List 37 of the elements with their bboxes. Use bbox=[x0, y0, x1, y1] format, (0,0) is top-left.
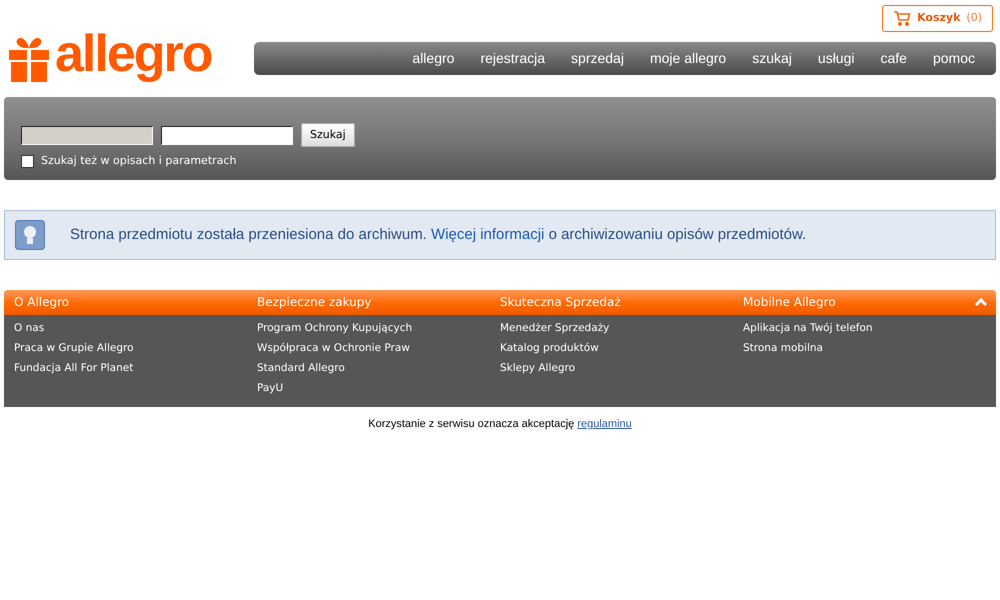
footer-link[interactable]: O nas bbox=[14, 321, 44, 336]
search-input[interactable] bbox=[21, 126, 153, 144]
footer-column-title: O Allegro bbox=[14, 294, 70, 311]
nav-link[interactable]: sprzedaj bbox=[558, 48, 637, 68]
footer-link[interactable]: Standard Allegro bbox=[257, 361, 345, 376]
footer-link[interactable]: Katalog produktów bbox=[500, 341, 599, 356]
notice-message: Strona przedmiotu została przeniesiona do archiwum. Więcej informacji o archiwizowaniu opisów przedmiotów. bbox=[70, 224, 806, 245]
footer-link[interactable]: Współpraca w Ochronie Praw bbox=[257, 341, 410, 356]
search-button[interactable]: Szukaj bbox=[301, 123, 355, 147]
footer-column-title: Bezpieczne zakupy bbox=[257, 294, 372, 311]
category-input[interactable] bbox=[161, 126, 293, 144]
footer-link[interactable]: Program Ochrony Kupujących bbox=[257, 321, 412, 336]
nav-link[interactable]: pomoc bbox=[920, 48, 988, 68]
footer-link[interactable]: Menedżer Sprzedaży bbox=[500, 321, 610, 336]
cart-button[interactable]: Koszyk (0) bbox=[882, 5, 993, 32]
cart-icon bbox=[893, 11, 912, 26]
footer-link[interactable]: Strona mobilna bbox=[743, 341, 823, 356]
footer-link[interactable]: Aplikacja na Twój telefon bbox=[743, 321, 873, 336]
nav-link[interactable]: usługi bbox=[804, 48, 868, 68]
nav-link[interactable]: szukaj bbox=[739, 48, 805, 68]
checkbox-label: Szukaj też w opisach i parametrach bbox=[41, 153, 236, 169]
lightbulb-icon bbox=[15, 220, 45, 250]
nav-link[interactable]: rejestracja bbox=[467, 48, 558, 68]
nav-link[interactable]: cafe bbox=[868, 48, 920, 68]
nav-link[interactable]: allegro bbox=[399, 48, 468, 68]
checkbox[interactable] bbox=[21, 154, 34, 168]
terms-text: Korzystanie z serwisu oznacza akceptację regulaminu bbox=[367, 417, 633, 432]
nav-link[interactable]: moje allegro bbox=[636, 48, 740, 68]
terms-link[interactable]: regulaminu bbox=[577, 418, 632, 430]
footer-link[interactable]: Fundacja All For Planet bbox=[14, 361, 134, 376]
more-info-link[interactable]: Więcej informacji bbox=[431, 226, 544, 243]
collapse-icon[interactable] bbox=[974, 297, 988, 307]
footer-link[interactable]: PayU bbox=[257, 381, 284, 396]
footer-column-title: Mobilne Allegro bbox=[743, 294, 836, 311]
footer-link[interactable]: Sklepy Allegro bbox=[500, 361, 575, 376]
footer-column-title: Skuteczna Sprzedaż bbox=[500, 294, 621, 311]
footer-link[interactable]: Praca w Grupie Allegro bbox=[14, 341, 134, 356]
